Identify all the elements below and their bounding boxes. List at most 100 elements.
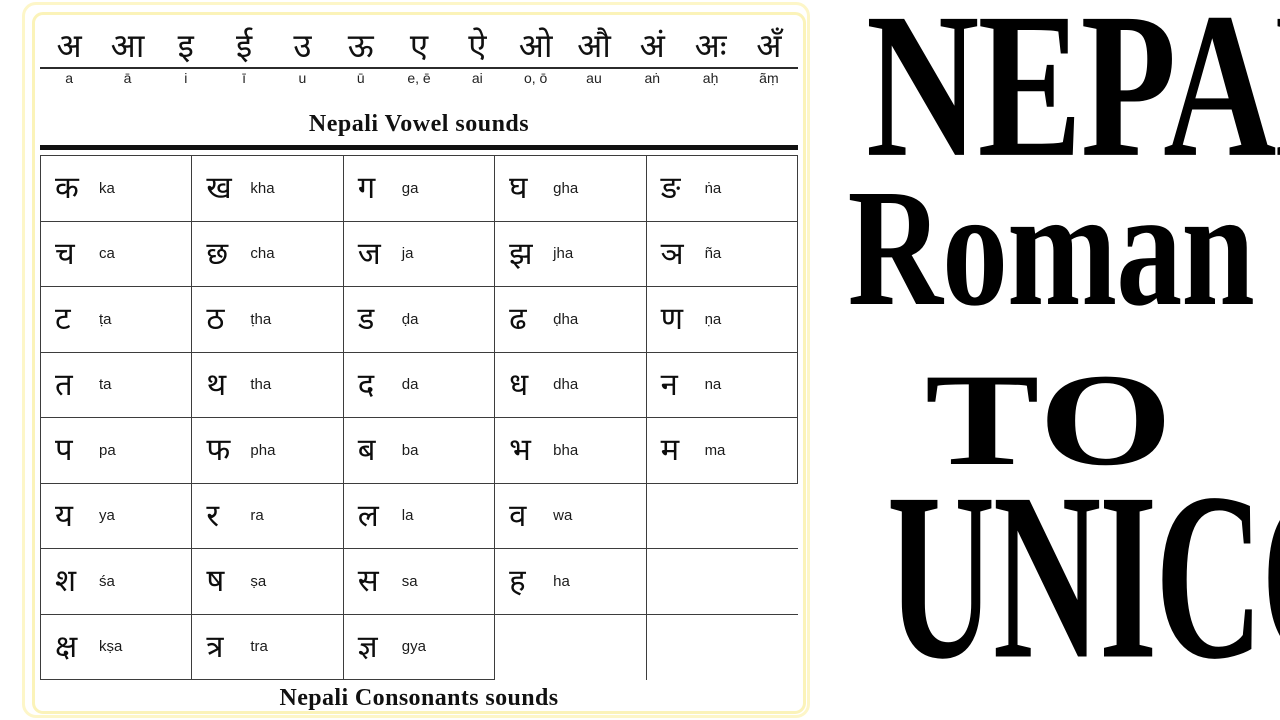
vowel-glyph: आ [110,29,145,65]
consonant-romanization: ya [99,507,115,525]
consonant-cell: ल la [342,482,496,549]
consonant-cell: य ya [39,482,193,549]
vowel-section-caption: Nepali Vowel sounds [308,111,530,137]
vowel-romanization: ā [123,70,132,86]
consonant-romanization: na [704,376,722,394]
consonant-cell: झ jha [494,220,647,287]
consonant-romanization: ha [553,572,570,590]
consonant-romanization: śa [99,572,115,590]
vowel-romanization: i [184,70,188,86]
vowel-romanization: o, ō [523,70,548,86]
consonant-cell: ग ga [342,155,496,222]
consonant-cell: ख kha [191,155,344,222]
consonant-romanization: gya [401,638,426,656]
vowel-glyph: ए [409,29,429,65]
consonant-romanization: ṇa [704,310,722,328]
vowel-glyph: अ [56,29,82,65]
consonant-cell: ब ba [342,417,496,484]
consonant-row: श śa ष ṣa स sa ह ha [39,548,798,615]
consonant-romanization: ta [99,376,112,394]
consonant-cell: फ pha [191,417,344,484]
alphabet-chart-inner: अ आ इ ई उ ऊ ए ऐ ओ औ अं अः अँ a ā i ī u ū e, ē ai o, ō au aṅ aḥ ã… [32,12,806,714]
vowel-roman-row: a ā i ī u ū e, ē ai o, ō au aṅ aḥ ãṃ [40,69,798,91]
title-line-roman: Roman [847,155,1255,341]
consonant-romanization: ba [401,441,419,459]
consonant-romanization: da [401,376,419,394]
consonant-cell: र ra [191,482,344,549]
consonant-romanization: jha [553,245,574,263]
vowel-romanization: ãṃ [759,70,779,86]
consonant-cell: क्ष kṣa [39,613,193,680]
consonant-glyph: स [357,563,379,599]
consonant-cell-empty [645,613,798,680]
consonant-cell: ध dha [494,351,647,418]
consonant-cell: त्र tra [191,613,344,680]
consonant-romanization: ga [401,179,419,197]
consonant-cell: त ta [39,351,193,418]
consonant-glyph: ख [206,170,232,206]
consonant-romanization: ca [99,245,115,263]
consonant-cell: ज ja [342,220,496,287]
consonant-glyph: ज [357,235,381,271]
consonant-romanization: gha [553,179,579,197]
consonant-glyph: ण [660,301,683,337]
vowel-devanagari-row: अ आ इ ई उ ऊ ए ऐ ओ औ अं अः अँ [40,21,798,69]
consonant-glyph: ञ [660,235,684,271]
consonant-row: य ya र ra ल la व wa [39,482,798,549]
vowel-romanization: ū [356,70,365,86]
consonant-glyph: ङ [660,170,681,206]
consonant-romanization: ḍha [553,310,579,328]
consonant-cell: श śa [39,548,193,615]
page-root: अ आ इ ई उ ऊ ए ऐ ओ औ अं अः अँ a ā i ī u ū e, ē ai o, ō au aṅ aḥ ã… [0,0,1280,720]
consonant-cell-empty [494,613,647,680]
consonant-romanization: ka [99,179,115,197]
consonant-glyph: ढ [509,301,527,337]
consonant-romanization: pa [99,441,116,459]
consonant-romanization: tha [250,376,272,394]
consonant-glyph: ट [55,301,71,337]
consonant-romanization: ja [401,245,414,263]
vowel-glyph: ई [235,29,253,65]
consonant-glyph: घ [509,170,528,206]
consonant-cell: व wa [494,482,647,549]
consonant-cell: थ tha [191,351,344,418]
consonant-glyph: क्ष [55,628,78,664]
consonant-glyph: फ [206,432,231,468]
consonant-glyph: ह [509,563,526,599]
consonant-romanization: la [401,507,414,525]
consonant-cell: च ca [39,220,193,287]
consonant-romanization: sa [401,572,418,590]
alphabet-chart-panel: अ आ इ ई उ ऊ ए ऐ ओ औ अं अः अँ a ā i ī u ū e, ē ai o, ō au aṅ aḥ ã… [22,2,810,718]
consonant-cell: न na [645,351,799,418]
consonant-romanization: kṣa [99,638,123,656]
consonant-row: प pa फ pha ब ba भ bha म ma [39,417,799,484]
consonant-glyph: र [206,497,220,533]
consonant-section-caption: Nepali Consonants sounds [279,685,559,711]
vowel-glyph: ओ [518,29,553,65]
consonant-glyph: ल [357,497,379,533]
vowel-glyph: अं [639,29,665,65]
vowel-section: अ आ इ ई उ ऊ ए ऐ ओ औ अं अः अँ a ā i ī u ū e, ē ai o, ō au aṅ aḥ ã… [35,15,803,150]
consonant-glyph: ज्ञ [357,628,378,664]
vowel-romanization: aṅ [644,70,661,86]
consonant-cell: ड ḍa [342,286,496,353]
consonant-romanization: pha [250,441,276,459]
consonant-cell: ञ ña [645,220,799,287]
consonant-row: क ka ख kha ग ga घ gha ङ ṅa [39,155,799,222]
section-divider-rule [40,145,798,150]
consonant-cell: ह ha [494,548,647,615]
consonant-cell: ट ṭa [39,286,193,353]
consonant-glyph: ब [357,432,376,468]
consonant-glyph: प [55,432,73,468]
consonant-romanization: ḍa [401,310,419,328]
consonant-row: क्ष kṣa त्र tra ज्ञ gya [39,613,798,680]
consonant-cell: ढ ḍha [494,286,647,353]
consonant-glyph: ड [357,301,375,337]
vowel-glyph: अः [694,29,727,65]
consonant-cell: छ cha [191,220,344,287]
title-line-unicode: UNICODE [886,443,1280,709]
consonant-cell: ङ ṅa [645,155,799,222]
consonant-romanization: tra [250,638,268,656]
consonant-table: क ka ख kha ग ga घ gha ङ ṅa च ca छ cha ज ja झ jha ञ ña ट ṭa ठ ṭh… [39,155,799,680]
consonant-romanization: ṭa [99,310,112,328]
